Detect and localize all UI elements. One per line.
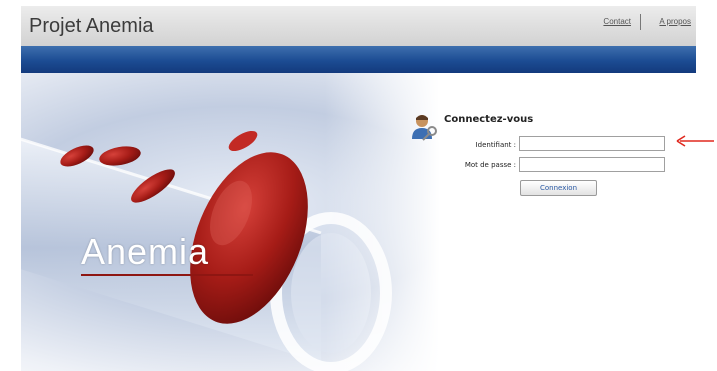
nav-bar — [21, 46, 696, 73]
site-header: Projet Anemia Contact A propos — [21, 6, 696, 46]
link-divider — [640, 14, 641, 30]
login-title: Connectez-vous — [444, 114, 534, 125]
username-input[interactable] — [519, 136, 665, 151]
hero-caption: Anemia — [81, 231, 210, 272]
left-arrow-icon — [676, 135, 714, 147]
contact-link[interactable]: Contact — [603, 17, 631, 26]
about-link[interactable]: A propos — [659, 17, 691, 26]
user-key-icon — [412, 115, 437, 141]
username-label: Identifiant : — [475, 141, 516, 149]
password-input[interactable] — [519, 157, 665, 172]
site-title: Projet Anemia — [29, 15, 154, 37]
password-label: Mot de passe : — [464, 161, 516, 169]
login-button[interactable]: Connexion — [520, 180, 597, 196]
login-form: Connectez-vous Identifiant : Mot de pass… — [410, 112, 690, 202]
